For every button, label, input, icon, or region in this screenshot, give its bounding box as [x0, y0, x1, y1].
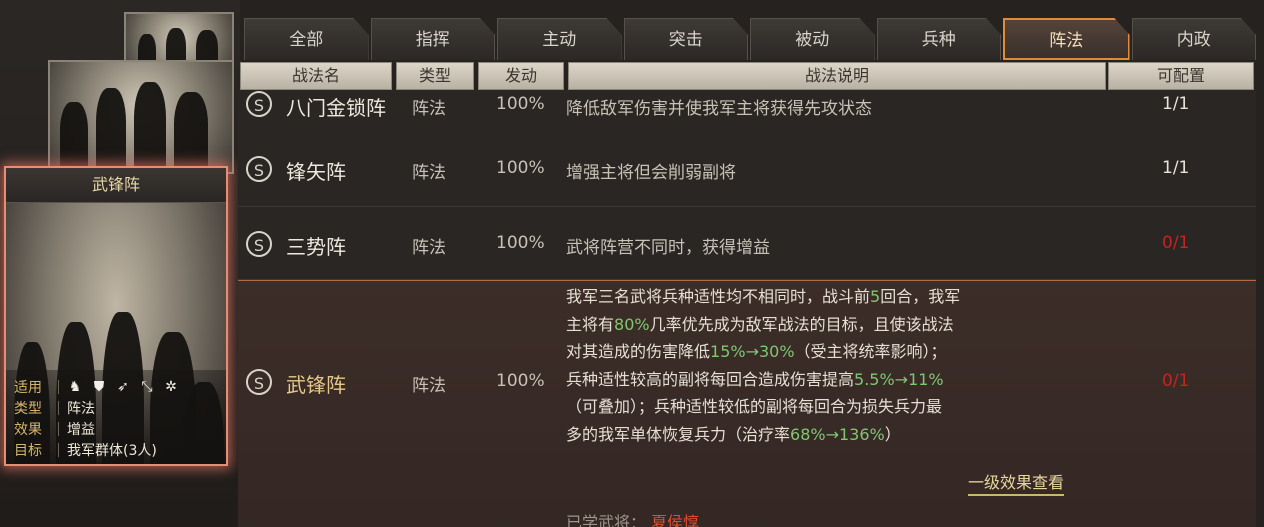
info-row-applicable: 适用 ♞ ⛊ ➶ ⤡ ✲: [14, 376, 218, 397]
tactic-description: 降低敌军伤害并使我军主将获得先攻状态: [566, 99, 872, 119]
selected-card-info: 适用 ♞ ⛊ ➶ ⤡ ✲ 类型 阵法 效果 增益 目标 我军群体(3人): [6, 370, 226, 464]
tactic-rate: 100%: [496, 94, 545, 114]
tactic-rate: 100%: [496, 371, 545, 391]
divider: [58, 421, 59, 436]
tactic-config: 1/1: [1162, 94, 1190, 114]
info-key: 目标: [14, 442, 42, 459]
tactic-name: 八门金锁阵: [286, 96, 386, 120]
tab-command[interactable]: 指挥: [370, 18, 495, 60]
table-row[interactable]: S 锋矢阵 阵法 100% 增强主将但会削弱副将 1/1: [238, 132, 1256, 207]
info-key: 效果: [14, 421, 42, 438]
tactic-description-full: 我军三名武将兵种适性均不相同时，战斗前5回合，我军 主将有80%几率优先成为敌军…: [566, 283, 1106, 448]
table-row[interactable]: S 三势阵 阵法 100% 武将阵营不同时，获得增益 0/1: [238, 207, 1256, 280]
tactic-rate: 100%: [496, 233, 545, 253]
s-grade-badge: S: [246, 91, 272, 117]
info-row-target: 目标 我军群体(3人): [14, 439, 218, 460]
selected-formation-card[interactable]: 武锋阵 适用 ♞ ⛊ ➶ ⤡ ✲ 类型 阵法 效果 增益 目标 我军群体(3人): [4, 166, 228, 466]
learned-label: 已学武将：: [566, 513, 647, 527]
tab-internal[interactable]: 内政: [1131, 18, 1256, 60]
tab-all[interactable]: 全部: [244, 18, 369, 60]
info-value: 我军群体(3人): [67, 442, 157, 459]
info-key: 类型: [14, 400, 42, 417]
tactic-description: 增强主将但会削弱副将: [566, 163, 736, 183]
tactic-list: S 八门金锁阵 阵法 100% 降低敌军伤害并使我军主将获得先攻状态 1/1 S…: [238, 90, 1256, 527]
desc-line: （可叠加）；兵种适性较低的副将每回合为损失兵力最: [566, 397, 943, 416]
info-value: 增益: [67, 421, 95, 438]
header-name[interactable]: 战法名: [240, 62, 392, 90]
tactic-type: 阵法: [412, 163, 446, 183]
tab-active[interactable]: 主动: [497, 18, 622, 60]
tactic-type: 阵法: [412, 238, 446, 258]
header-rate[interactable]: 发动: [478, 62, 564, 90]
bow-icon: ➶: [117, 378, 129, 395]
table-header: 战法名 类型 发动 战法说明 可配置: [238, 62, 1256, 90]
spear-icon: ⤡: [141, 378, 153, 395]
s-grade-badge: S: [246, 156, 272, 182]
desc-line: 兵种适性较高的副将每回合造成伤害提高5.5%→11%: [566, 369, 944, 389]
divider: [58, 379, 59, 394]
general-name[interactable]: 夏侯惇: [651, 513, 699, 527]
tab-troop[interactable]: 兵种: [876, 18, 1001, 60]
divider: [58, 442, 59, 457]
level1-effect-link[interactable]: 一级效果查看: [968, 469, 1065, 496]
desc-line: 我军三名武将兵种适性均不相同时，战斗前5回合，我军: [566, 287, 961, 306]
info-key: 适用: [14, 379, 42, 396]
header-type[interactable]: 类型: [396, 62, 474, 90]
tactic-config: 0/1: [1162, 233, 1190, 253]
s-grade-badge: S: [246, 369, 272, 395]
tactic-config: 0/1: [1162, 371, 1190, 391]
tactic-description: 武将阵营不同时，获得增益: [566, 238, 770, 258]
tactic-config: 1/1: [1162, 158, 1190, 178]
category-tabs: 全部 指挥 主动 突击 被动 兵种 阵法 内政: [244, 18, 1256, 62]
tab-passive[interactable]: 被动: [750, 18, 875, 60]
tactic-name: 武锋阵: [286, 373, 346, 397]
info-row-effect: 效果 增益: [14, 418, 218, 439]
tab-assault[interactable]: 突击: [623, 18, 748, 60]
formation-card-back-1[interactable]: [48, 60, 234, 174]
info-row-type: 类型 阵法: [14, 397, 218, 418]
desc-line: 主将有80%几率优先成为敌军战法的目标，且使该战法: [566, 314, 954, 334]
chariot-icon: ✲: [165, 378, 177, 395]
selected-card-title: 武锋阵: [6, 168, 226, 203]
header-description: 战法说明: [568, 62, 1106, 90]
tactic-type: 阵法: [412, 99, 446, 119]
header-config[interactable]: 可配置: [1108, 62, 1254, 90]
table-row[interactable]: S 八门金锁阵 阵法 100% 降低敌军伤害并使我军主将获得先攻状态 1/1: [238, 90, 1256, 133]
shield-icon: ⛊: [93, 378, 105, 395]
cavalry-icon: ♞: [68, 378, 82, 395]
tactic-rate: 100%: [496, 158, 545, 178]
unit-type-icons: ♞ ⛊ ➶ ⤡ ✲: [67, 379, 179, 395]
s-grade-badge: S: [246, 231, 272, 257]
tactic-type: 阵法: [412, 376, 446, 396]
divider: [58, 400, 59, 415]
desc-line: 多的我军单体恢复兵力（治疗率68%→136%）: [566, 424, 901, 444]
desc-line: 对其造成的伤害降低15%→30%（受主将统率影响）；: [566, 342, 947, 361]
learned-generals: 已学武将： 夏侯惇: [566, 509, 699, 527]
info-value: 阵法: [67, 400, 95, 417]
tactic-name: 锋矢阵: [286, 160, 346, 184]
tab-formation[interactable]: 阵法: [1003, 18, 1130, 60]
table-row-expanded[interactable]: S 武锋阵 阵法 100% 0/1 我军三名武将兵种适性均不相同时，战斗前5回合…: [238, 280, 1256, 527]
tactic-name: 三势阵: [286, 235, 346, 259]
